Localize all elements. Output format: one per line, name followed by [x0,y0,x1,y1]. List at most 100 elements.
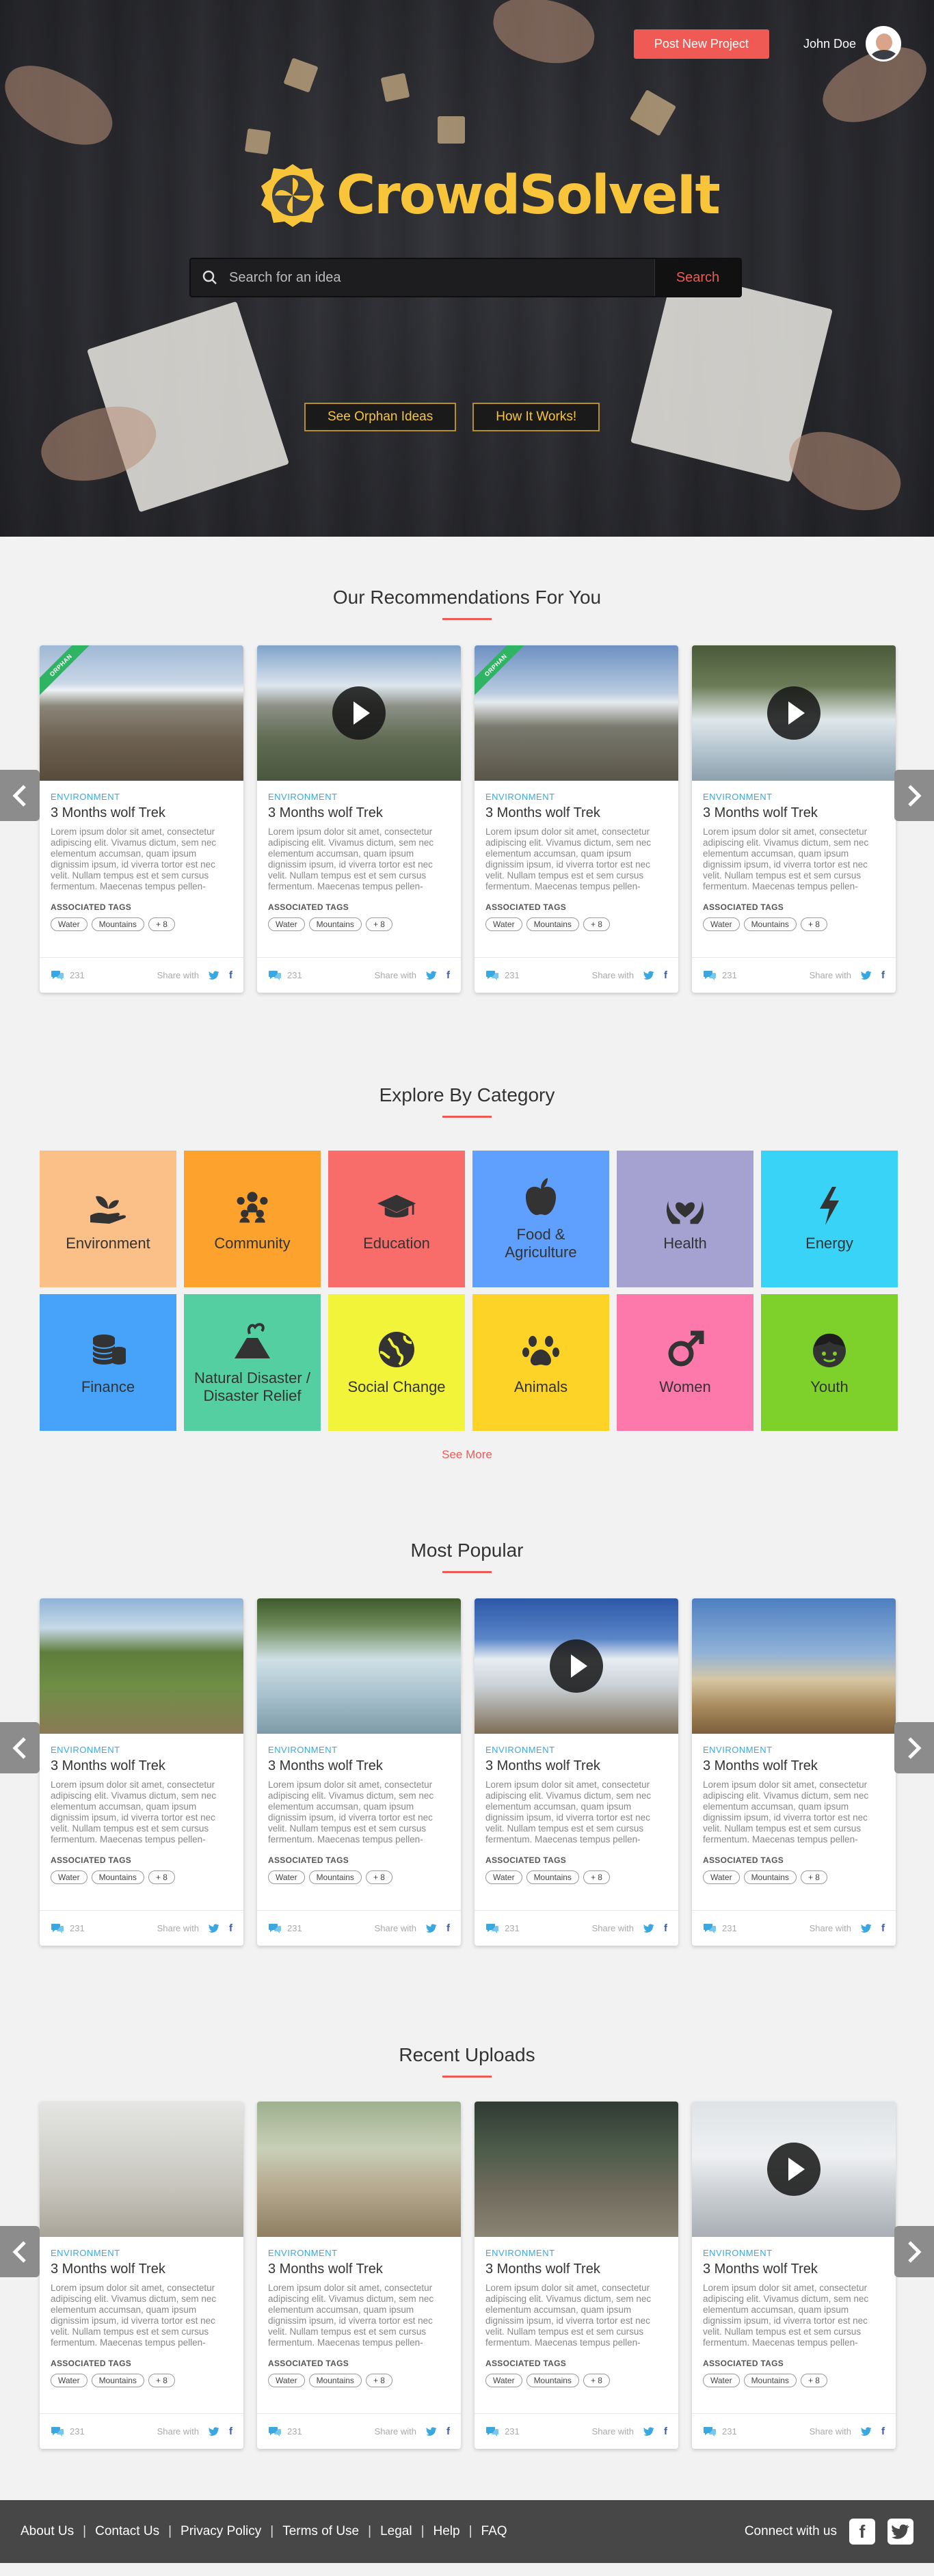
facebook-icon[interactable]: f [881,969,885,981]
search-input[interactable] [229,259,654,296]
facebook-icon[interactable]: f [664,969,667,981]
tag[interactable]: Water [51,1870,88,1884]
project-card[interactable]: ENVIRONMENT 3 Months wolf Trek Lorem ips… [257,1598,461,1946]
category-tile-youth[interactable]: Youth [761,1294,898,1431]
tag-more[interactable]: + 8 [800,1870,827,1884]
card-title[interactable]: 3 Months wolf Trek [268,1758,450,1774]
project-card[interactable]: ENVIRONMENT 3 Months wolf Trek Lorem ips… [692,645,896,993]
card-title[interactable]: 3 Months wolf Trek [51,2262,232,2277]
twitter-icon[interactable] [888,2519,913,2545]
tag-more[interactable]: + 8 [583,1870,610,1884]
facebook-icon[interactable]: f [664,1922,667,1934]
comments[interactable]: 231 [485,2426,592,2437]
footer-link-faq[interactable]: FAQ [481,2524,507,2539]
search-button[interactable]: Search [654,259,740,296]
tag[interactable]: Mountains [526,2374,579,2387]
tag[interactable]: Water [703,2374,740,2387]
comments[interactable]: 231 [268,1923,375,1934]
twitter-icon[interactable] [861,971,872,980]
play-icon[interactable] [550,1639,603,1693]
tag-more[interactable]: + 8 [800,917,827,931]
tag-more[interactable]: + 8 [800,2374,827,2387]
category-tile-finance[interactable]: Finance [40,1294,176,1431]
footer-link-about-us[interactable]: About Us [21,2524,74,2539]
comments[interactable]: 231 [485,970,592,981]
twitter-icon[interactable] [643,971,654,980]
card-image[interactable] [257,1598,461,1734]
card-category[interactable]: ENVIRONMENT [485,1745,667,1755]
facebook-icon[interactable]: f [229,1922,232,1934]
footer-link-terms-of-use[interactable]: Terms of Use [282,2524,359,2539]
card-title[interactable]: 3 Months wolf Trek [51,1758,232,1774]
tag-more[interactable]: + 8 [583,2374,610,2387]
comments[interactable]: 231 [703,970,810,981]
tag-more[interactable]: + 8 [583,917,610,931]
card-image[interactable] [475,2102,678,2237]
tag[interactable]: Mountains [743,917,797,931]
tag[interactable]: Mountains [308,1870,362,1884]
card-title[interactable]: 3 Months wolf Trek [268,805,450,821]
facebook-icon[interactable]: f [881,1922,885,1934]
tag[interactable]: Water [268,1870,305,1884]
facebook-icon[interactable]: f [229,2426,232,2437]
play-icon[interactable] [767,686,820,740]
project-card[interactable]: ENVIRONMENT 3 Months wolf Trek Lorem ips… [40,1598,243,1946]
tag[interactable]: Mountains [743,2374,797,2387]
card-category[interactable]: ENVIRONMENT [703,2248,885,2258]
category-tile-natural-disaster-disaster-relief[interactable]: Natural Disaster / Disaster Relief [184,1294,321,1431]
card-image[interactable] [40,2102,243,2237]
project-card[interactable]: ORPHAN ENVIRONMENT 3 Months wolf Trek Lo… [40,645,243,993]
facebook-icon[interactable]: f [664,2426,667,2437]
footer-link-legal[interactable]: Legal [380,2524,412,2539]
twitter-icon[interactable] [643,2427,654,2436]
comments[interactable]: 231 [703,2426,810,2437]
tag-more[interactable]: + 8 [365,2374,392,2387]
play-icon[interactable] [767,2143,820,2196]
twitter-icon[interactable] [643,1924,654,1933]
post-new-project-button[interactable]: Post New Project [633,29,769,59]
card-title[interactable]: 3 Months wolf Trek [485,2262,667,2277]
comments[interactable]: 231 [51,1923,157,1934]
card-image[interactable] [257,2102,461,2237]
twitter-icon[interactable] [426,971,437,980]
category-tile-energy[interactable]: Energy [761,1151,898,1287]
card-title[interactable]: 3 Months wolf Trek [51,805,232,821]
card-image[interactable] [692,2102,896,2237]
carousel-next-button[interactable] [894,770,934,821]
card-image[interactable] [475,1598,678,1734]
comments[interactable]: 231 [268,2426,375,2437]
tag-more[interactable]: + 8 [148,2374,175,2387]
card-title[interactable]: 3 Months wolf Trek [485,805,667,821]
card-title[interactable]: 3 Months wolf Trek [485,1758,667,1774]
carousel-prev-button[interactable] [0,2226,40,2277]
carousel-next-button[interactable] [894,2226,934,2277]
card-title[interactable]: 3 Months wolf Trek [703,2262,885,2277]
card-category[interactable]: ENVIRONMENT [51,792,232,802]
how-it-works-button[interactable]: How It Works! [472,403,600,431]
twitter-icon[interactable] [209,971,219,980]
carousel-next-button[interactable] [894,1722,934,1773]
project-card[interactable]: ENVIRONMENT 3 Months wolf Trek Lorem ips… [692,2102,896,2449]
project-card[interactable]: ENVIRONMENT 3 Months wolf Trek Lorem ips… [475,1598,678,1946]
tag[interactable]: Mountains [526,917,579,931]
facebook-icon[interactable]: f [849,2519,875,2545]
tag[interactable]: Mountains [91,2374,144,2387]
card-image[interactable] [40,1598,243,1734]
card-category[interactable]: ENVIRONMENT [703,792,885,802]
footer-link-contact-us[interactable]: Contact Us [95,2524,159,2539]
category-tile-community[interactable]: Community [184,1151,321,1287]
twitter-icon[interactable] [861,2427,872,2436]
project-card[interactable]: ENVIRONMENT 3 Months wolf Trek Lorem ips… [40,2102,243,2449]
tag[interactable]: Water [268,2374,305,2387]
category-tile-women[interactable]: Women [617,1294,753,1431]
card-title[interactable]: 3 Months wolf Trek [703,805,885,821]
tag-more[interactable]: + 8 [365,1870,392,1884]
comments[interactable]: 231 [51,2426,157,2437]
card-title[interactable]: 3 Months wolf Trek [268,2262,450,2277]
carousel-prev-button[interactable] [0,1722,40,1773]
tag[interactable]: Water [703,917,740,931]
project-card[interactable]: ENVIRONMENT 3 Months wolf Trek Lorem ips… [257,645,461,993]
card-image[interactable] [257,645,461,781]
tag-more[interactable]: + 8 [365,917,392,931]
tag[interactable]: Water [485,2374,522,2387]
